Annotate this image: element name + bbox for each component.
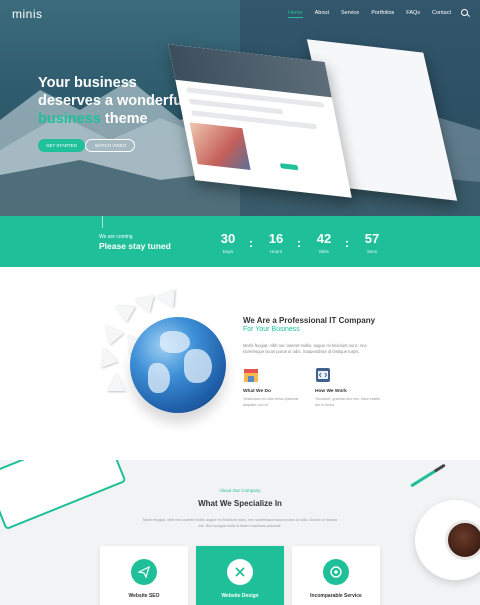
countdown-heading: Please stay tuned (99, 241, 171, 251)
hero-title-line2: deserves a wonderful (38, 93, 187, 109)
countdown-sep: : (297, 236, 301, 250)
countdown-mins-label: Mins (319, 249, 329, 254)
nav-contact[interactable]: Contact (432, 10, 451, 16)
watch-video-button[interactable]: WATCH VIDEO (85, 139, 136, 152)
mockup-front-page (168, 44, 352, 198)
hero-title-accent: business (38, 111, 101, 127)
laptop-decoration (0, 460, 127, 531)
nav-home[interactable]: Home (287, 10, 303, 18)
code-icon (315, 367, 331, 383)
countdown-hours-value: 16 (268, 231, 284, 246)
countdown-bar: We are coming Please stay tuned 30 Days … (0, 216, 480, 267)
search-icon[interactable] (461, 9, 468, 16)
nav-service[interactable]: Service (341, 10, 359, 16)
countdown-mins: 42 Mins (309, 231, 339, 254)
countdown-secs-label: Secs (366, 249, 377, 254)
about-section: We Are a Professional IT Company For You… (0, 267, 480, 460)
globe-icon (130, 317, 226, 413)
countdown-hours: 16 Hours (261, 231, 291, 254)
service-card-service[interactable]: Incomparable Service (292, 546, 380, 605)
countdown-divider (102, 216, 103, 228)
hero-title-line1: Your business (38, 75, 137, 91)
services-text: Morbi feugiat, nibh nec laoreet mollis a… (143, 518, 337, 528)
about-title: We Are a Professional IT Company (243, 316, 376, 325)
nav-about[interactable]: About (315, 10, 329, 16)
countdown-kicker: We are coming (99, 234, 133, 240)
feature-how-we-work: How We Work Tincidunt, gravida nisl nec.… (315, 367, 385, 408)
nav-portfolios[interactable]: Portfolios (371, 10, 394, 16)
service-card-title: Website SEO (128, 593, 160, 599)
gear-icon (323, 559, 349, 585)
hero-title-end: theme (100, 111, 148, 127)
services-title: What We Specialize In (198, 499, 282, 508)
countdown-hours-label: Hours (269, 249, 282, 254)
countdown-mins-value: 42 (316, 231, 332, 246)
service-card-design[interactable]: Website Design (196, 546, 284, 605)
countdown-days: 30 Days (213, 231, 243, 254)
site-logo[interactable]: minis (12, 7, 43, 21)
countdown-secs-value: 57 (364, 231, 380, 246)
countdown-days-label: Days (222, 249, 234, 254)
countdown-sep: : (249, 236, 253, 250)
services-kicker: About Our Company (219, 488, 261, 493)
countdown-sep: : (345, 236, 349, 250)
service-card-title: Website Design (221, 593, 259, 599)
feature-text: Tincidunt, gravida nisl nec. Nam mattis … (315, 397, 381, 407)
feature-what-we-do: What We Do Vestibulum id odio tellus pla… (243, 367, 313, 408)
nav-faqs[interactable]: FAQs (406, 10, 420, 16)
get-started-button[interactable]: GET STARTED (38, 139, 86, 152)
countdown-secs: 57 Secs (357, 231, 387, 254)
feature-title: How We Work (315, 389, 347, 394)
tools-icon (227, 559, 253, 585)
main-nav: Home About Service Portfolios FAQs Conta… (276, 9, 468, 18)
send-icon (131, 559, 157, 585)
hero-section: minis Home About Service Portfolios FAQs… (0, 0, 480, 216)
about-text: Morbi feugiat, nibh nec laoreet mollis, … (243, 343, 367, 354)
feature-title: What We Do (243, 389, 271, 394)
service-card-seo[interactable]: Website SEO (100, 546, 188, 605)
store-icon (243, 367, 259, 383)
about-subtitle: For Your Business (243, 326, 300, 333)
countdown-days-value: 30 (220, 231, 236, 246)
globe-illustration (95, 288, 230, 425)
service-card-title: Incomparable Service (310, 593, 362, 599)
feature-text: Vestibulum id odio tellus placerat, aliq… (243, 397, 300, 407)
